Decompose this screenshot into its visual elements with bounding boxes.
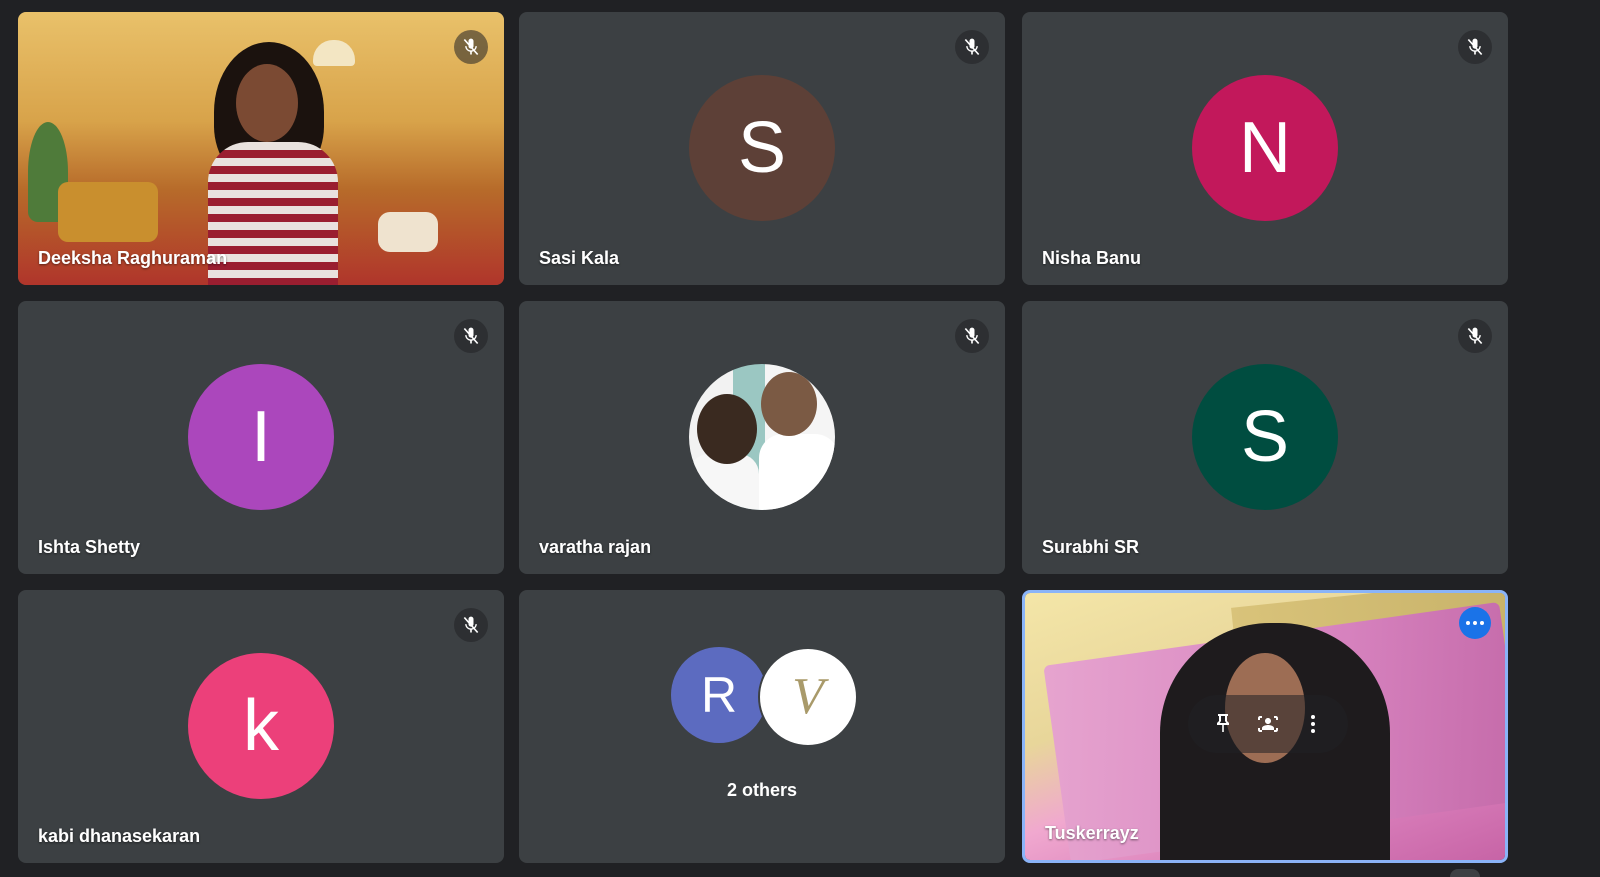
avatar: V: [758, 647, 858, 747]
participant-name: kabi dhanasekaran: [38, 826, 201, 846]
mic-off-icon: [1458, 319, 1492, 353]
avatar: R: [671, 647, 767, 743]
frame-person-button[interactable]: [1250, 706, 1286, 742]
others-tile[interactable]: R V 2 others: [519, 590, 1005, 863]
participant-tile-ishta-shetty[interactable]: I Ishta Shetty: [18, 301, 504, 574]
pin-icon: [1216, 714, 1229, 732]
pin-button[interactable]: [1205, 706, 1241, 742]
bottom-control-edge: [1450, 869, 1480, 877]
video-feed: [18, 12, 504, 285]
participant-tile-sasi-kala[interactable]: S Sasi Kala: [519, 12, 1005, 285]
participant-tile-deeksha[interactable]: Deeksha Raghuraman: [18, 12, 504, 285]
participant-tile-kabi-dhanasekaran[interactable]: k kabi dhanasekaran: [18, 590, 504, 863]
others-avatars: R V: [519, 647, 1005, 747]
frame-person-icon: [1257, 716, 1278, 732]
participant-name: Nisha Banu: [1042, 248, 1142, 268]
participant-tile-nisha-banu[interactable]: N Nisha Banu: [1022, 12, 1508, 285]
avatar: N: [1192, 75, 1338, 221]
meeting-grid: Deeksha Raghuraman S Sasi Kala N Nisha B…: [0, 0, 1600, 877]
participant-name: Surabhi SR: [1042, 537, 1140, 557]
mic-off-icon: [955, 30, 989, 64]
avatar: k: [188, 653, 334, 799]
participant-name: varatha rajan: [539, 537, 652, 557]
more-vert-icon: [1311, 715, 1316, 733]
more-options-icon[interactable]: [1459, 607, 1491, 639]
participant-name: Sasi Kala: [539, 248, 620, 268]
participant-tile-surabhi-sr[interactable]: S Surabhi SR: [1022, 301, 1508, 574]
participant-name: Deeksha Raghuraman: [38, 248, 228, 268]
tile-hover-controls: [1188, 695, 1348, 753]
participant-tile-varatha-rajan[interactable]: varatha rajan: [519, 301, 1005, 574]
participant-name: Ishta Shetty: [38, 537, 141, 557]
others-count-label: 2 others: [726, 780, 798, 800]
mic-off-icon: [1458, 30, 1492, 64]
participant-tile-tuskerrayz[interactable]: Tuskerrayz: [1022, 590, 1508, 863]
mic-off-icon: [955, 319, 989, 353]
mic-off-icon: [454, 608, 488, 642]
avatar: S: [1192, 364, 1338, 510]
avatar-photo: [689, 364, 835, 510]
more-vert-button[interactable]: [1295, 706, 1331, 742]
avatar: S: [689, 75, 835, 221]
avatar: I: [188, 364, 334, 510]
mic-off-icon: [454, 30, 488, 64]
mic-off-icon: [454, 319, 488, 353]
participant-name: Tuskerrayz: [1045, 823, 1139, 843]
